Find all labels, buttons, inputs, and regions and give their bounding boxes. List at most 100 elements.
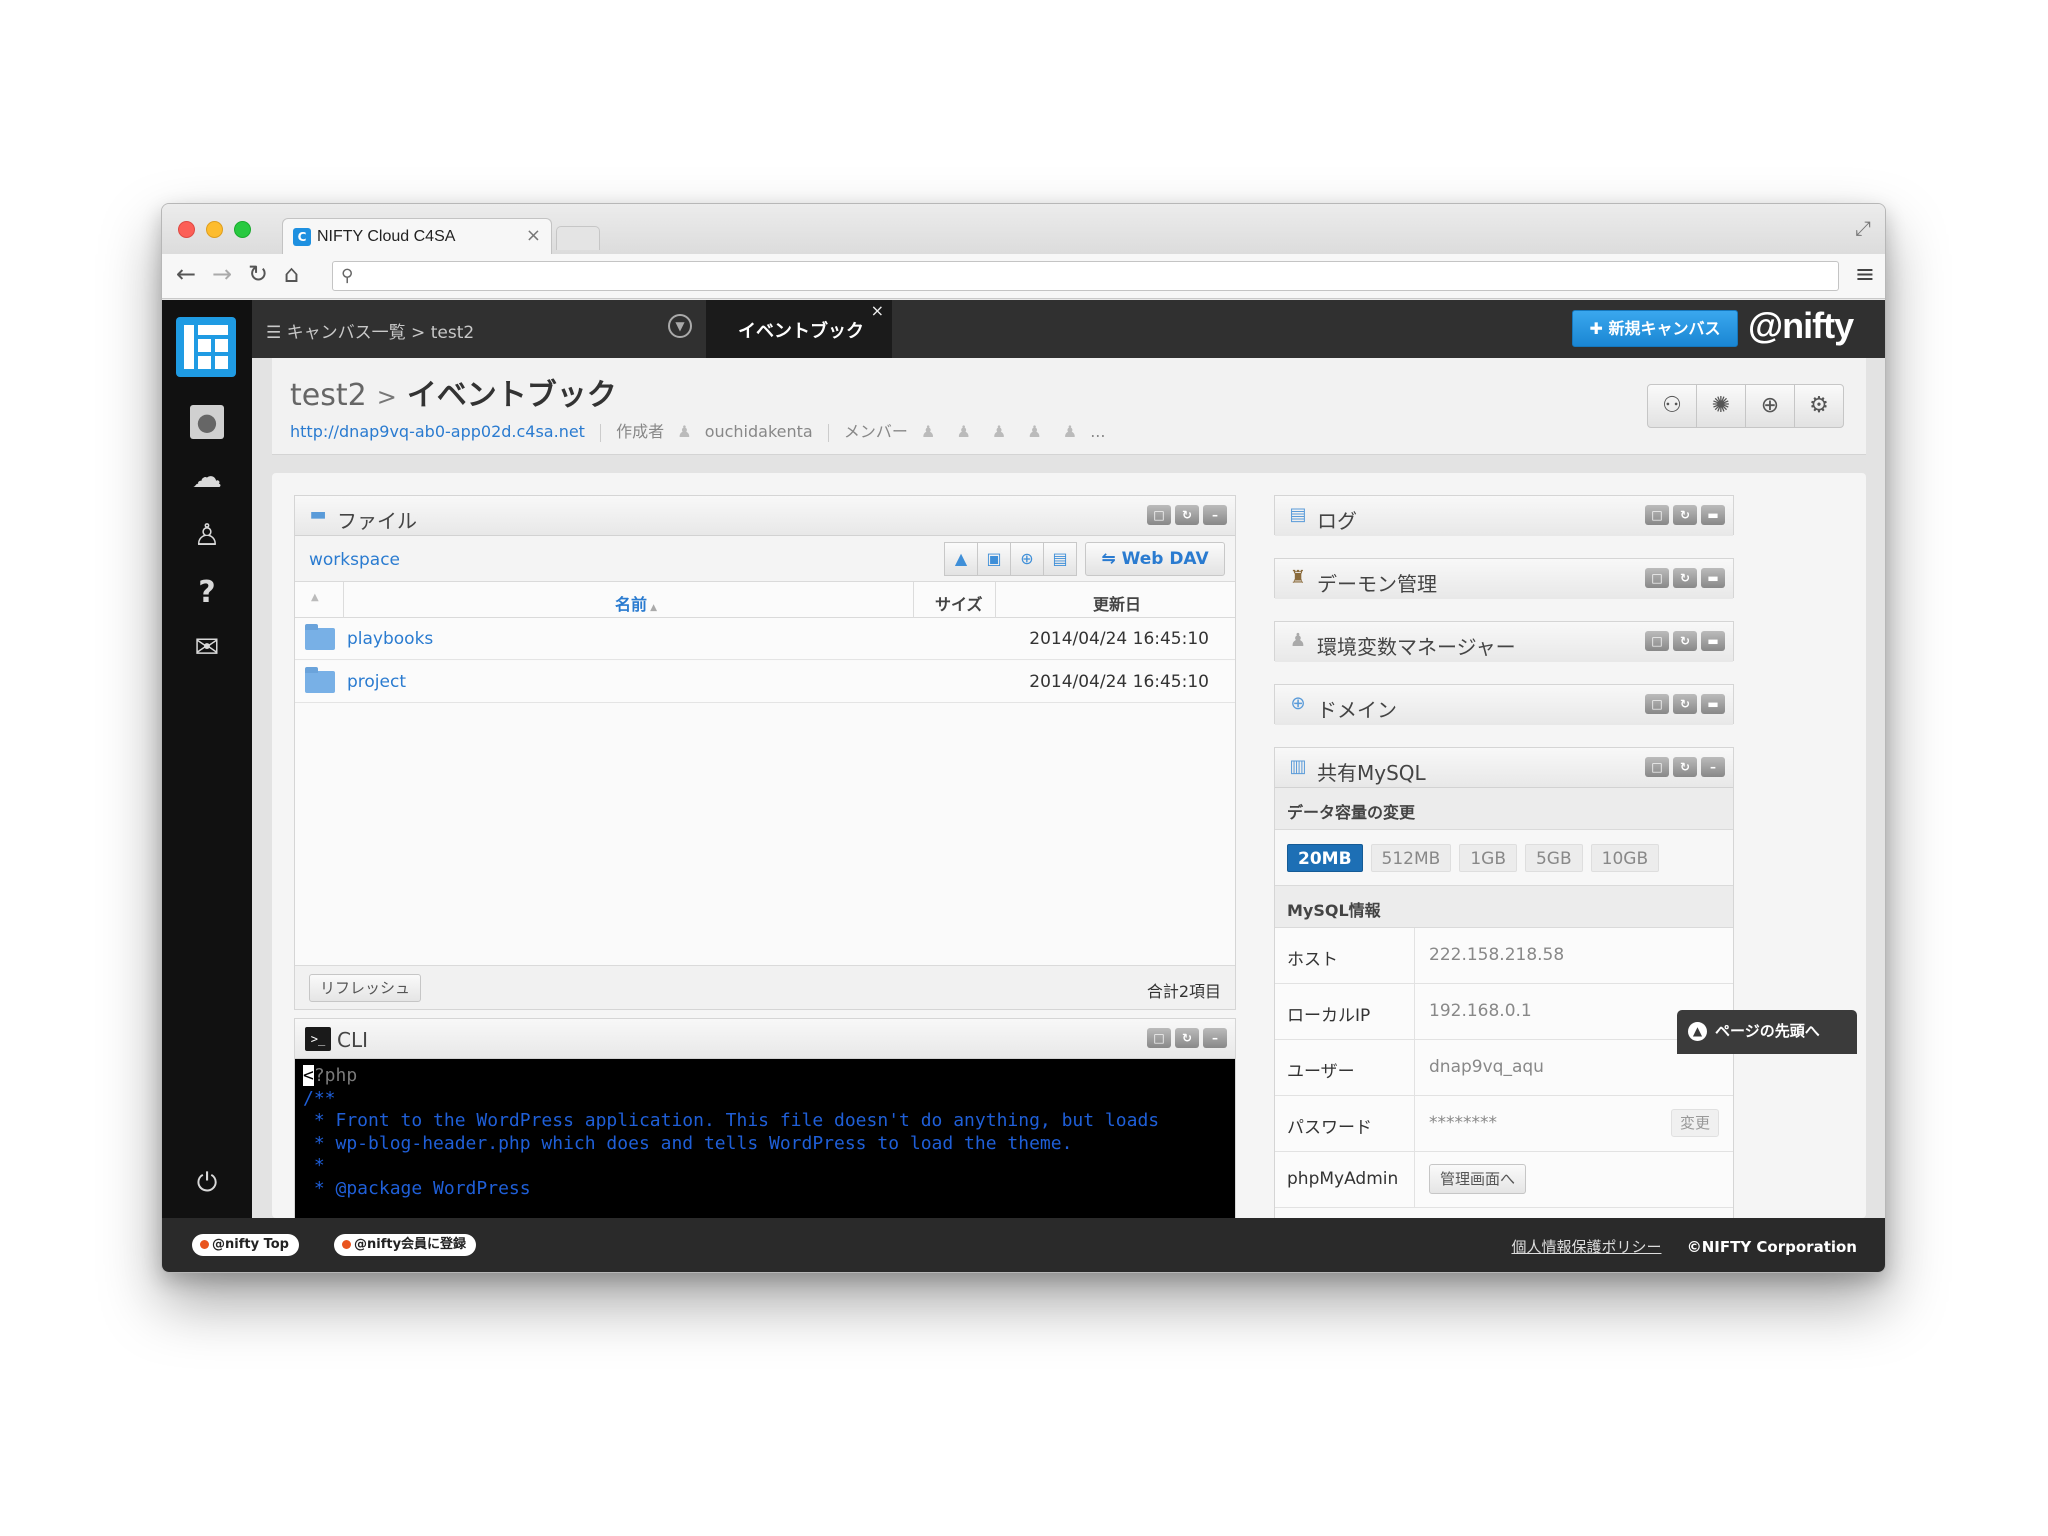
capacity-option[interactable]: 1GB [1459,844,1517,872]
refresh-icon[interactable]: ↻ [1673,631,1697,651]
cli-panel-header[interactable]: >_ CLI □ ↻ – [295,1019,1235,1059]
restore-icon[interactable]: ▬ [1701,631,1725,651]
domain-panel-header[interactable]: ⊕ ドメイン □ ↻ ▬ [1275,685,1733,725]
upload-icon[interactable]: ⊕ [1745,384,1795,428]
select-all-icon[interactable]: ▲ [311,592,319,603]
privacy-policy-link[interactable]: 個人情報保護ポリシー [1511,1238,1661,1256]
refresh-icon[interactable]: ↻ [1673,757,1697,777]
close-window-button[interactable] [178,221,195,238]
hierarchy-icon[interactable]: ♙ [162,518,252,553]
maximize-icon[interactable]: □ [1645,505,1669,525]
maximize-icon[interactable]: □ [1147,1028,1171,1048]
capacity-option[interactable]: 5GB [1524,844,1583,872]
capacity-option[interactable]: 512MB [1370,844,1452,872]
env-panel-header[interactable]: ♟ 環境変数マネージャー □ ↻ ▬ [1275,622,1733,662]
chevron-down-icon[interactable]: ▼ [668,314,692,338]
canvas-logo-icon[interactable] [176,317,236,377]
gear-icon[interactable]: ⚙ [1794,384,1844,428]
more-members[interactable]: ... [1090,422,1105,441]
restore-icon[interactable]: ▬ [1701,568,1725,588]
reload-icon[interactable]: ↻ [248,260,268,288]
capacity-option[interactable]: 20MB [1287,844,1363,872]
download-icon[interactable]: ▤ [1043,542,1077,576]
refresh-button[interactable]: リフレッシュ [309,974,422,1002]
minimize-window-button[interactable] [206,221,223,238]
minimize-icon[interactable]: – [1701,757,1725,777]
power-icon[interactable]: ⏻ [162,1168,252,1199]
panel-title: CLI [337,1028,369,1052]
user-icon[interactable]: ● [162,403,252,439]
path-link[interactable]: workspace [309,550,400,570]
col-size[interactable]: サイズ [935,591,983,615]
maximize-icon[interactable]: □ [1645,694,1669,714]
cloud-icon[interactable]: ☁ [162,460,252,495]
member-avatar-icon[interactable]: ♟ [1027,422,1041,441]
new-tab-button[interactable] [556,226,600,250]
terminal[interactable]: <?php /** * Front to the WordPress appli… [295,1059,1235,1218]
daemon-panel-header[interactable]: ♜ デーモン管理 □ ↻ ▬ [1275,559,1733,599]
crumb-canvas[interactable]: test2 [290,378,367,413]
host-row: ホスト 222.158.218.58 [1275,928,1733,984]
browser-tab[interactable]: C NIFTY Cloud C4SA × [282,218,552,254]
app-url-link[interactable]: http://dnap9vq-ab0-app02d.c4sa.net [290,422,585,441]
register-link[interactable]: @nifty会員に登録 [334,1234,477,1256]
nifty-top-link[interactable]: @nifty Top [192,1234,299,1256]
upload-file-icon[interactable]: ⊕ [1010,542,1044,576]
refresh-icon[interactable]: ↻ [1175,505,1199,525]
mysql-panel-header[interactable]: ▥ 共有MySQL □ ↻ – [1275,748,1733,788]
new-canvas-button[interactable]: ✚ 新規キャンバス [1572,310,1738,347]
refresh-icon[interactable]: ↻ [1673,694,1697,714]
globe-icon: ⊕ [1290,693,1306,714]
help-icon[interactable]: ? [162,575,252,610]
sort-icon: ▲ [647,603,658,613]
refresh-icon[interactable]: ↻ [1673,568,1697,588]
col-name[interactable]: 名前 ▲ [615,591,657,615]
maximize-icon[interactable]: □ [1645,757,1669,777]
restore-icon[interactable]: ▬ [1701,694,1725,714]
log-panel-header[interactable]: ▤ ログ □ ↻ ▬ [1275,496,1733,536]
restore-icon[interactable]: ▬ [1701,505,1725,525]
table-header: ▲ 名前 ▲ サイズ 更新日 [295,582,1235,618]
maximize-icon[interactable]: □ [1147,505,1171,525]
minimize-icon[interactable]: – [1203,1028,1227,1048]
tab-close-icon[interactable]: × [871,301,884,320]
mail-icon[interactable]: ✉ [162,630,252,665]
minimize-icon[interactable]: – [1203,505,1227,525]
home-icon[interactable]: ⌂ [284,260,299,288]
member-avatar-icon[interactable]: ♟ [992,422,1006,441]
refresh-icon[interactable]: ↻ [1175,1028,1199,1048]
back-to-top-button[interactable]: ▲ ページの先頭へ [1677,1010,1857,1054]
member-avatar-icon[interactable]: ♟ [956,422,970,441]
new-folder-icon[interactable]: ▣ [977,542,1011,576]
breadcrumb[interactable]: ☰ キャンバス一覧 > test2 [266,318,474,343]
capacity-option[interactable]: 10GB [1590,844,1660,872]
phpmyadmin-button[interactable]: 管理画面へ [1429,1164,1527,1194]
maximize-icon[interactable]: □ [1645,568,1669,588]
back-to-top-label: ページの先頭へ [1715,1022,1820,1040]
browser-menu-icon[interactable]: ≡ [1855,260,1875,288]
maximize-icon[interactable]: □ [1645,631,1669,651]
zoom-window-button[interactable] [234,221,251,238]
change-password-button[interactable]: 変更 [1670,1109,1719,1137]
member-avatar-icon[interactable]: ♟ [1063,422,1077,441]
forward-icon[interactable]: → [212,260,232,288]
member-avatar-icon[interactable]: ♟ [921,422,935,441]
bug-icon[interactable]: ✺ [1696,384,1746,428]
file-name[interactable]: playbooks [347,629,433,649]
back-icon[interactable]: ← [176,260,196,288]
new-file-icon[interactable]: ▲ [944,542,978,576]
fullscreen-icon[interactable]: ⤢ [1855,216,1871,240]
file-panel-header[interactable]: ▬ ファイル □ ↻ – [295,496,1235,536]
col-updated[interactable]: 更新日 [1093,591,1141,615]
tab-close-icon[interactable]: × [526,225,541,246]
list-icon: ☰ [266,323,287,343]
arrow-up-icon: ▲ [1688,1022,1707,1041]
tab-event-book[interactable]: イベントブック × [706,300,892,358]
file-name[interactable]: project [347,672,406,692]
refresh-icon[interactable]: ↻ [1673,505,1697,525]
address-bar[interactable]: ⚲ [332,261,1839,291]
members-icon[interactable]: ⚇ [1647,384,1697,428]
table-row[interactable]: playbooks 2014/04/24 16:45:10 [295,618,1235,660]
table-row[interactable]: project 2014/04/24 16:45:10 [295,661,1235,703]
webdav-button[interactable]: ⇋ Web DAV [1085,542,1225,576]
